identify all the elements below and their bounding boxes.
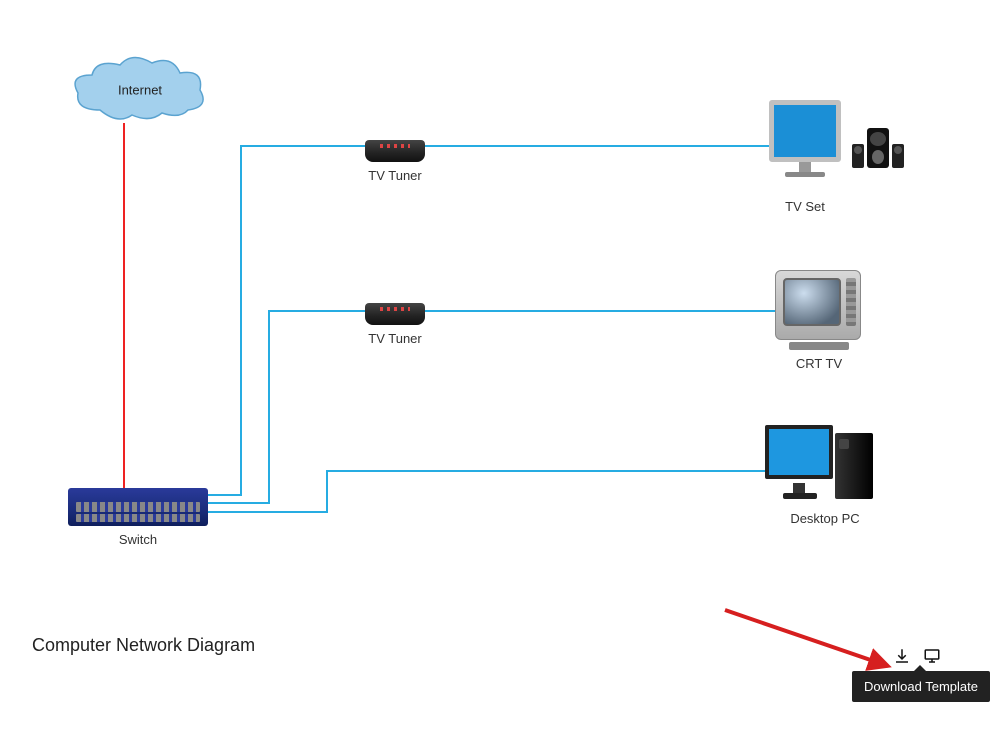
connection-segment — [208, 511, 328, 513]
tv-tuner-icon — [365, 293, 425, 325]
internet-label: Internet — [118, 83, 162, 98]
connection-segment — [240, 145, 370, 147]
download-tooltip: Download Template — [852, 671, 990, 702]
monitor-icon — [923, 647, 941, 665]
switch-node: Switch — [68, 488, 208, 547]
connection-segment — [208, 494, 242, 496]
speakers-icon — [852, 128, 904, 168]
connection-segment — [268, 310, 270, 502]
connection-segment — [268, 310, 368, 312]
switch-label: Switch — [68, 532, 208, 547]
tv-tuner-icon — [365, 130, 425, 162]
connection-segment — [425, 145, 785, 147]
tvset-label: TV Set — [760, 199, 850, 214]
connection-segment — [326, 470, 776, 472]
tuner2-label: TV Tuner — [365, 331, 425, 346]
action-bar — [892, 646, 942, 666]
switch-icon — [68, 488, 208, 526]
crt-tv-node: CRT TV — [775, 270, 863, 371]
flat-tv-icon — [760, 100, 850, 182]
crt-tv-icon — [775, 270, 863, 350]
connection-segment — [326, 470, 328, 513]
desktop-pc-node: Desktop PC — [765, 425, 885, 526]
download-button[interactable] — [892, 646, 912, 666]
tv-tuner-node-1: TV Tuner — [365, 130, 425, 183]
tooltip-text: Download Template — [864, 679, 978, 694]
desktop-label: Desktop PC — [765, 511, 885, 526]
connection-internet-switch — [123, 123, 125, 488]
crt-label: CRT TV — [775, 356, 863, 371]
preview-button[interactable] — [922, 646, 942, 666]
diagram-title: Computer Network Diagram — [32, 635, 255, 656]
tuner1-label: TV Tuner — [365, 168, 425, 183]
diagram-canvas: Internet Switch TV Tuner TV Tuner — [20, 20, 980, 660]
diagram-container: Internet Switch TV Tuner TV Tuner — [0, 0, 1000, 742]
connection-segment — [425, 310, 795, 312]
download-icon — [893, 647, 911, 665]
tv-set-node: TV Set — [760, 100, 850, 214]
tv-tuner-node-2: TV Tuner — [365, 293, 425, 346]
connection-segment — [240, 145, 242, 495]
desktop-pc-icon — [765, 425, 885, 505]
internet-cloud-node: Internet — [70, 55, 210, 125]
connection-segment — [208, 502, 270, 504]
